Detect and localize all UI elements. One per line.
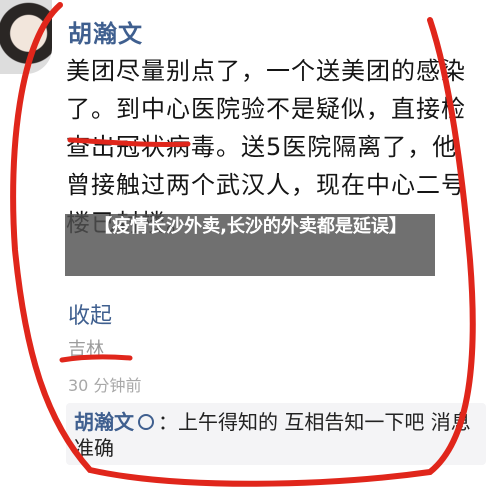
- red-underline-diagnosis: [67, 137, 191, 148]
- overlay-title: 【疫情长沙外卖,长沙的外卖都是延误】: [94, 216, 407, 237]
- overlay-title-banner: 【疫情长沙外卖,长沙的外卖都是延误】: [65, 214, 435, 276]
- red-underline-location: [59, 354, 133, 363]
